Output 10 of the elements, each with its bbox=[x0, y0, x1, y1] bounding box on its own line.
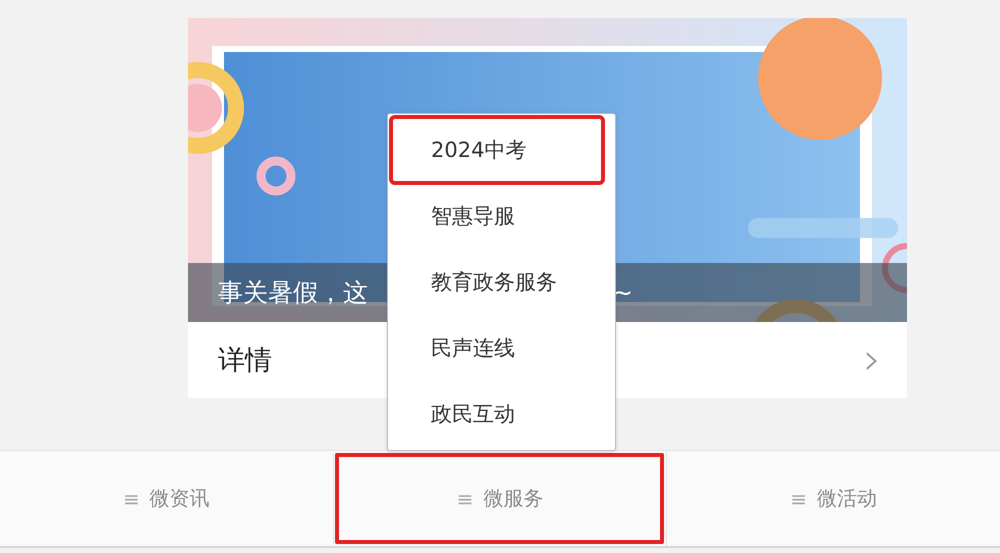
menu-item[interactable]: 教育政务服务 bbox=[391, 249, 612, 315]
menu-item[interactable]: 2024中考 bbox=[391, 117, 603, 183]
menu-item[interactable]: 民声连线 bbox=[391, 315, 612, 381]
caption-text: 事关暑假，这 bbox=[218, 277, 368, 309]
menu-icon: ≡ bbox=[122, 486, 140, 510]
menu-item[interactable]: 政民互动 bbox=[391, 381, 612, 447]
details-label: 详情 bbox=[218, 344, 272, 378]
menu-icon: ≡ bbox=[456, 486, 474, 510]
menu-item[interactable]: 智惠导服 bbox=[391, 183, 612, 249]
menu-icon: ≡ bbox=[790, 486, 808, 510]
